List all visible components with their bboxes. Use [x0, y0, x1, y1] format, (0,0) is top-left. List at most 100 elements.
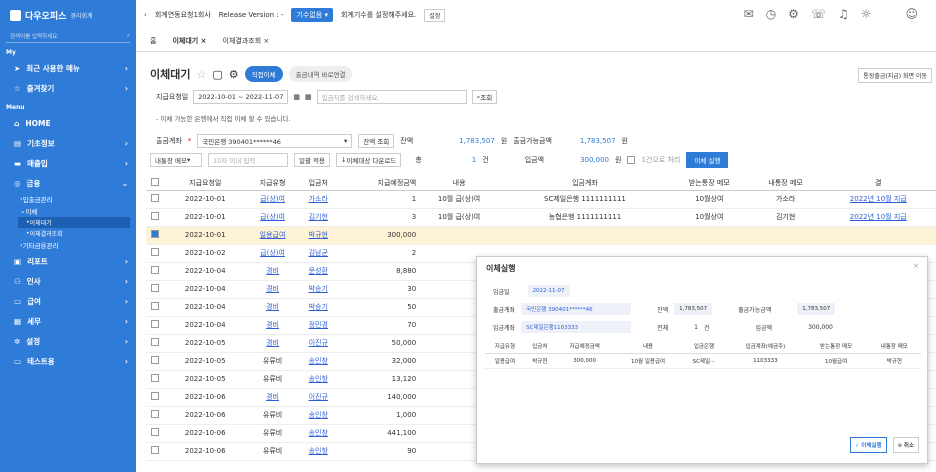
app-logo[interactable]: 다우오피스 경리회계 — [0, 0, 136, 30]
top-icons: ✉ ◷ ⚙ ☏ ♫ ☼ ☺ — [744, 7, 918, 21]
fiscal-select[interactable]: 기수없음 ▾ — [291, 8, 333, 22]
setting-button[interactable]: 설정 — [424, 8, 446, 22]
tab-transfer-wait[interactable]: 이체대기 × — [172, 36, 206, 46]
page-title: 이체대기 ☆ ▢ ⚙ 직접이체 출금내역 바로연결 — [150, 66, 353, 82]
doc-icon[interactable]: ▢ — [212, 68, 222, 81]
gear-icon: ✲ — [14, 336, 21, 346]
sidebar-item-test[interactable]: ▭ 테스트용 › — [0, 351, 136, 371]
home-icon: ⌂ — [14, 118, 20, 128]
exec-transfer-button[interactable]: 이체 실행 — [686, 152, 729, 168]
chevron-down-icon: ⌄ — [121, 178, 128, 188]
sidebar-sub-cash[interactable]: › 입출금관리 — [0, 193, 136, 205]
table-row[interactable]: 2022-10-01 일용급여 박규현 300,000 — [146, 226, 936, 245]
row-checkbox[interactable] — [151, 284, 159, 292]
row-checkbox[interactable] — [151, 266, 159, 274]
sidebar-item-pay[interactable]: ▭ 급여 › — [0, 291, 136, 311]
confirm-transfer-button[interactable]: ✓ 이체실행 — [849, 437, 887, 453]
search-row: 지급요청일 2022-10-01 ~ 2022-11-07 ▦ ▦ 입금처를 검색… — [156, 90, 498, 104]
star-icon[interactable]: ☆ — [196, 68, 206, 81]
sidebar-sub-etc[interactable]: › 기타금융관리 — [0, 239, 136, 251]
goto-withdraw-button[interactable]: 통장출금(지급) 화면 이동 — [858, 68, 932, 83]
bell-icon[interactable]: ♫ — [838, 7, 849, 21]
calendar-icon[interactable]: ▦ — [305, 93, 312, 101]
collapse-icon[interactable]: ‹ — [144, 11, 147, 19]
search-icon[interactable]: ⌕ — [127, 33, 130, 40]
sidebar-item-finance[interactable]: ◎ 금융 ⌄ — [0, 173, 136, 193]
report-icon: ▣ — [14, 256, 22, 266]
document-icon: ▤ — [14, 138, 22, 148]
row-checkbox[interactable] — [151, 230, 159, 238]
gear-icon[interactable]: ⚙ — [788, 7, 799, 21]
row-checkbox[interactable] — [151, 302, 159, 310]
sun-icon[interactable]: ☼ — [861, 7, 872, 21]
window-icon: ▭ — [14, 356, 22, 366]
search-button[interactable]: ⌕ 조회 — [471, 90, 498, 104]
chevron-right-icon: › — [124, 63, 128, 73]
table-row[interactable]: 2022-10-01 급(상)여 가소라 1 10월 급(상)여 SC제일은행 11111… — [146, 190, 936, 209]
wallet-icon: ▭ — [14, 296, 22, 306]
company-name: 회계연동요청1회사 — [154, 11, 211, 19]
sidebar-sub-transfer[interactable]: ⌄ 이체 — [0, 205, 136, 217]
download-button[interactable]: ↓ 이체대상 다운로드 — [336, 153, 402, 167]
sidebar-sub-transfer-wait[interactable]: • 이체대기 — [18, 217, 130, 228]
cancel-button[interactable]: ⊗ 취소 — [892, 437, 919, 453]
bulk-apply-button[interactable]: 일괄 적용 — [294, 153, 330, 167]
tab-transfer-result[interactable]: 이체결과조회 × — [223, 36, 270, 46]
row-checkbox[interactable] — [151, 320, 159, 328]
tab-home[interactable]: 홈 — [150, 36, 156, 46]
one-case-checkbox[interactable] — [627, 156, 636, 164]
row-checkbox[interactable] — [151, 410, 159, 418]
sidebar-item-recent[interactable]: ➤ 최근 사용한 메뉴 › — [0, 58, 136, 78]
mode-link[interactable]: 출금내역 바로연결 — [288, 66, 353, 82]
logo-icon — [10, 9, 21, 21]
row-checkbox[interactable] — [151, 428, 159, 436]
memo-select[interactable]: 내통장 메모 ▾ — [150, 153, 202, 167]
sidebar-item-sales[interactable]: ▬ 매출입 › — [0, 153, 136, 173]
mode-direct[interactable]: 직접이체 — [244, 66, 283, 82]
close-icon[interactable]: × — [913, 262, 919, 270]
bulk-row: 내통장 메모 ▾ 10자 이내 입력 일괄 적용 ↓ 이체대상 다운로드 총 1… — [150, 152, 729, 168]
send-icon: ➤ — [14, 63, 21, 73]
memo-input[interactable]: 10자 이내 입력 — [208, 153, 288, 167]
row-checkbox[interactable] — [151, 248, 159, 256]
settings-icon[interactable]: ⚙ — [229, 68, 239, 81]
calc-icon: ▦ — [14, 316, 22, 326]
sidebar-item-basic[interactable]: ▤ 기초정보 › — [0, 133, 136, 153]
sidebar-search[interactable]: 검색어를 입력하세요. ⌕ — [6, 30, 130, 43]
sidebar-item-home[interactable]: ⌂ HOME — [0, 113, 136, 133]
chat-icon[interactable]: ☏ — [811, 7, 826, 21]
card-icon: ▬ — [14, 158, 22, 168]
notice: - 이체 가능한 은행에서 직접 이체 할 수 있습니다. — [156, 115, 291, 123]
fiscal-msg: 회계기수를 설정해주세요. — [340, 11, 417, 19]
sidebar-item-favorites[interactable]: ☆ 즐겨찾기 › — [0, 78, 136, 98]
table-row[interactable]: 2022-10-01 급(상)여 김기현 3 10월 급(상)여 농협은행 1111111… — [146, 208, 936, 227]
date-range-input[interactable]: 2022-10-01 ~ 2022-11-07 — [193, 90, 289, 104]
search-input[interactable]: 입금처를 검색하세요. — [316, 90, 467, 104]
row-checkbox[interactable] — [151, 356, 159, 364]
star-icon: ☆ — [14, 83, 21, 93]
row-checkbox[interactable] — [151, 446, 159, 454]
mail-icon[interactable]: ✉ — [744, 7, 754, 21]
coin-icon: ◎ — [14, 178, 21, 188]
balance-button[interactable]: 잔액 조회 — [358, 134, 395, 148]
select-all-checkbox[interactable] — [151, 177, 159, 186]
modal-table: 지급유형 입금처 지급예정금액 내용 입금은행 입금계좌(예금주) 받는통장 메모 내통장 메… — [485, 339, 921, 369]
row-checkbox[interactable] — [151, 212, 159, 220]
sidebar-sub-transfer-result[interactable]: • 이체결과조회 — [0, 228, 136, 239]
row-checkbox[interactable] — [151, 374, 159, 382]
avatar[interactable]: ☺ — [905, 7, 918, 21]
sidebar-item-report[interactable]: ▣ 리포트 › — [0, 251, 136, 271]
sidebar-item-tax[interactable]: ▦ 세무 › — [0, 311, 136, 331]
calendar-icon[interactable]: ▦ — [293, 93, 300, 101]
row-checkbox[interactable] — [151, 194, 159, 202]
out-account-select[interactable]: 국민은행 390401******46 ▾ — [197, 134, 353, 148]
modal-row: 일용급여 박규현 300,000 10월 일용급여 SC제일··· 1103333 10월급… — [485, 353, 921, 369]
sidebar-item-hr[interactable]: ⚇ 인사 › — [0, 271, 136, 291]
exec-modal: 이체실행 × 입금일 2022-11-07 출금계좌 국민은행 390401****… — [476, 256, 928, 464]
clock-icon[interactable]: ◷ — [766, 7, 776, 21]
row-checkbox[interactable] — [151, 338, 159, 346]
section-my: My — [6, 49, 16, 56]
row-checkbox[interactable] — [151, 392, 159, 400]
release-version: Release Version : - — [218, 11, 284, 19]
sidebar-item-settings[interactable]: ✲ 설정 › — [0, 331, 136, 351]
